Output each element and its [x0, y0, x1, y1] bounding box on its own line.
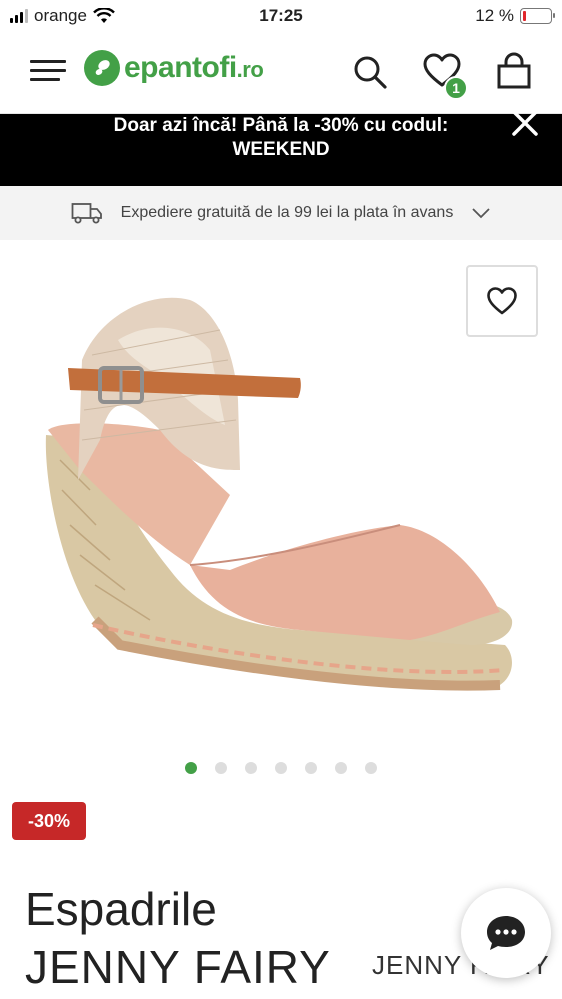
heart-icon [487, 287, 517, 315]
product-title-type: Espadrile [25, 883, 217, 935]
site-header: epantofi.ro 1 [0, 32, 562, 114]
battery-percent: 12 % [475, 6, 514, 25]
shipping-text: Expediere gratuită de la 99 lei la plata… [120, 204, 454, 221]
gallery-dot[interactable] [215, 762, 227, 774]
product-title-brand: JENNY FAIRY [25, 941, 331, 993]
shipping-info-bar[interactable]: Expediere gratuită de la 99 lei la plata… [0, 186, 562, 240]
menu-icon[interactable] [30, 56, 66, 86]
shoe-logo-icon [84, 50, 120, 86]
gallery-dot[interactable] [185, 762, 197, 774]
battery-icon [520, 8, 555, 24]
favorites-count-badge: 1 [444, 76, 468, 100]
chevron-down-icon [472, 208, 490, 219]
chat-button[interactable] [461, 888, 551, 978]
close-icon[interactable] [510, 108, 540, 138]
logo-text: epantofi [124, 51, 237, 84]
promo-code: WEEKEND [232, 139, 330, 160]
logo-suffix: .ro [236, 57, 264, 82]
promo-banner[interactable]: Doar azi încă! Până la -30% cu codul: WE… [0, 114, 562, 186]
truck-icon [71, 203, 102, 224]
shopping-bag-icon[interactable] [494, 52, 534, 92]
gallery-dot[interactable] [275, 762, 287, 774]
gallery-dot[interactable] [335, 762, 347, 774]
discount-badge: -30% [12, 802, 86, 840]
gallery-pagination [0, 762, 562, 774]
gallery-dot[interactable] [245, 762, 257, 774]
site-logo[interactable]: epantofi.ro [84, 50, 264, 86]
promo-text: Doar azi încă! Până la -30% cu codul: [113, 115, 449, 136]
search-icon[interactable] [350, 52, 390, 92]
chat-bubble-icon [487, 916, 525, 950]
add-to-wishlist-button[interactable] [466, 265, 538, 337]
gallery-dot[interactable] [365, 762, 377, 774]
status-bar: orange 17:25 12 % [0, 0, 562, 32]
gallery-dot[interactable] [305, 762, 317, 774]
